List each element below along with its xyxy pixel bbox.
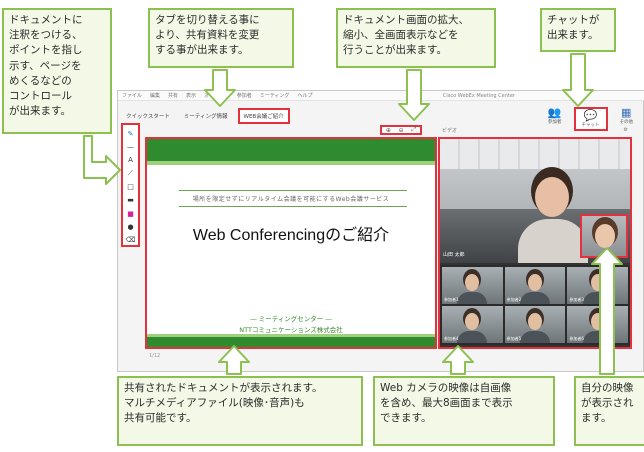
zoom-in-icon[interactable]: ⊕ [386,127,391,134]
participant-thumbnail[interactable]: 参加者3 [567,267,628,304]
text-icon[interactable]: A [126,156,136,165]
grid-icon: ▦ [621,106,632,119]
document-tabs: クイックスタート ミーティング情報 WEB会議ご紹介 [118,108,290,124]
callout-tabs: タブを切り替える事に より、共有資料を変更 する事が出来ます。 [148,8,294,68]
menu-edit[interactable]: 編集 [150,92,160,99]
active-speaker-video[interactable]: 山田 太郎 [440,139,630,263]
self-face [595,224,615,248]
annotation-toolbar: ✎ — A ⟋ □ ▬ ■ ● ⌫ [121,123,140,247]
arrow-document-controls [83,135,121,185]
callout-zoom: ドキュメント画面の拡大、 縮小、全画面表示などを 行うことが出来ます。 [336,8,496,68]
participant-thumbnail[interactable]: 参加者6 [567,306,628,343]
menu-bar: ファイル 編集 共有 表示 オーディオ 参加者 ミーティング ヘルプ Cisco… [118,91,644,101]
doc-header-accent [147,161,435,165]
doc-company: NTTコミュニケーションズ株式会社 [239,326,343,334]
menu-help[interactable]: ヘルプ [297,92,312,99]
color-icon[interactable]: ■ [126,209,136,218]
line-icon[interactable]: — [126,142,136,151]
tab-meeting-info[interactable]: ミーティング情報 [180,110,232,122]
pen-icon[interactable]: ✎ [126,129,136,138]
speaker-head [535,177,569,217]
participant-thumbnail[interactable]: 参加者2 [504,267,566,304]
participants-button[interactable]: 👥 参加者 [547,106,562,126]
dot-icon[interactable]: ● [126,222,136,231]
page-indicator: 1/12 [149,353,161,359]
window-title: Cisco WebEx Meeting Center [442,92,515,99]
participant-thumbnail[interactable]: 参加者1 [442,267,503,304]
menu-file[interactable]: ファイル [122,92,142,99]
more-button[interactable]: ▦ その他 [620,106,634,126]
webex-window: ファイル 編集 共有 表示 オーディオ 参加者 ミーティング ヘルプ Cisco… [117,90,644,372]
highlighter-icon[interactable]: ▬ [126,196,136,205]
self-view-video[interactable] [580,214,628,258]
doc-divider-top [179,190,407,191]
doc-department: ― ミーティングセンター ― [250,315,332,323]
menu-meeting[interactable]: ミーティング [260,92,290,99]
office-ceiling [440,139,630,169]
video-settings-icon[interactable]: ⚙ [624,127,628,133]
callout-chat: チャットが 出来ます。 [540,8,616,52]
speaker-name: 山田 太郎 [443,252,465,258]
tab-web-conference-intro[interactable]: WEB会議ご紹介 [237,108,290,124]
callout-document-controls: ドキュメントに 注釈をつける、 ポイントを指し 示す、ページを めくるなどの コ… [2,8,112,134]
shared-document[interactable]: 場所を限定せずにリアルタイム会議を可能にするWeb会議サービス Web Conf… [145,137,437,349]
speaker-body [518,219,588,263]
participant-thumbnail[interactable]: 参加者4 [442,306,503,343]
menu-participants[interactable]: 参加者 [237,92,252,99]
doc-title: Web Conferencingのご紹介 [192,227,390,244]
doc-subtitle: 場所を限定せずにリアルタイム会議を可能にするWeb会議サービス [192,196,390,203]
participants-icon: 👥 [547,106,562,119]
video-panel-header: ビデオ ⚙ [438,125,632,135]
menu-audio[interactable]: オーディオ [204,92,229,99]
pointer-icon[interactable]: ⟋ [126,169,136,178]
callout-shared-document: 共有されたドキュメントが表示されます。 マルチメディアファイル(映像･音声)も … [117,376,363,446]
zoom-out-icon[interactable]: ⊖ [399,127,404,134]
doc-divider-bottom [179,206,407,207]
menu-share[interactable]: 共有 [168,92,178,99]
participant-thumbnail[interactable]: 参加者5 [504,306,566,343]
tab-quickstart[interactable]: クイックスタート [122,110,174,122]
rectangle-icon[interactable]: □ [126,182,136,191]
participant-thumbnails: 参加者1 参加者2 参加者3 参加者4 参加者5 参加者6 [440,265,630,345]
video-panel: 山田 太郎 参加者1 参加者2 参加者3 参加者4 参加者5 参加者6 [438,137,632,349]
fullscreen-icon[interactable]: ⤢ [411,126,416,134]
doc-footer-bar [147,337,435,347]
doc-header-bar [147,139,435,161]
eraser-icon[interactable]: ⌫ [126,236,136,245]
menu-view[interactable]: 表示 [186,92,196,99]
zoom-controls: ⊕ ⊖ ⤢ [380,125,422,135]
callout-webcam: Web カメラの映像は自画像 を含め、最大8画面まで表示 できます。 [373,376,555,446]
callout-self-view: 自分の映像 が表示され ます。 [574,376,644,446]
video-panel-label: ビデオ [442,127,458,134]
chat-icon: 💬 [583,109,598,122]
